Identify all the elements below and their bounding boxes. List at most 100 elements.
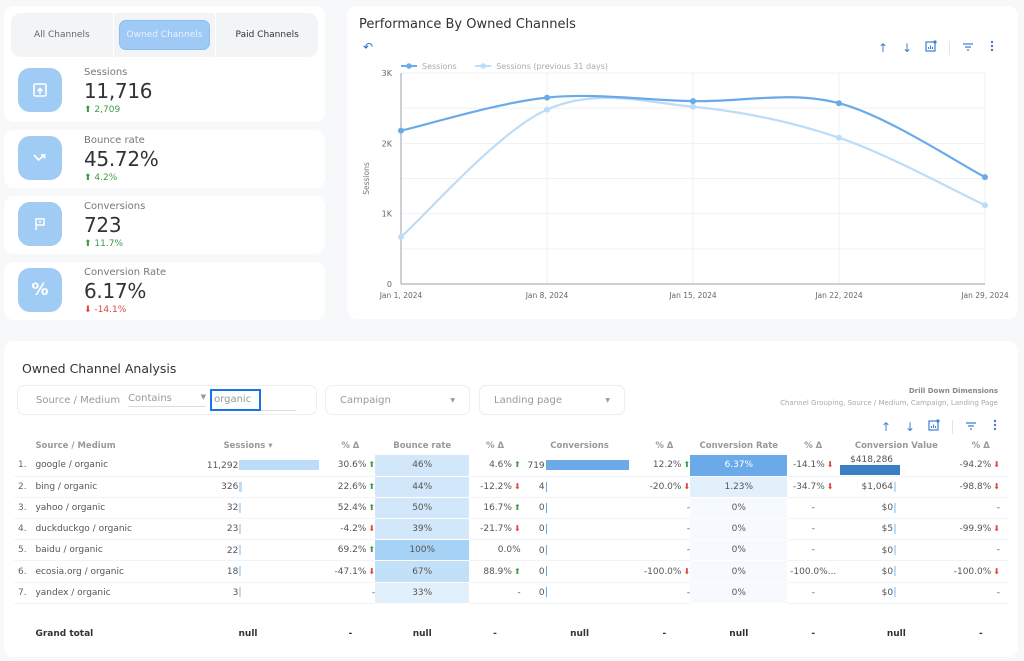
chart-settings-icon[interactable]: [925, 40, 937, 55]
tab-owned-channels[interactable]: Owned Channels: [114, 13, 217, 57]
conversion-rate-cell: 0%: [690, 518, 788, 541]
delta-value: -47.1%: [334, 566, 367, 577]
conversion-value-bar: [894, 587, 896, 598]
filter-icon[interactable]: [965, 420, 977, 434]
y-axis-label: Sessions: [362, 162, 371, 195]
header-source-medium[interactable]: Source / Medium: [35, 437, 170, 455]
source-medium-cell[interactable]: duckduckgo / organic: [35, 518, 171, 541]
delta-value: -21.7%: [480, 524, 512, 535]
sort-descending-icon[interactable]: ↓: [901, 41, 913, 55]
delta-value: -14.1%: [792, 460, 825, 471]
conversions-cell: 719: [520, 455, 639, 477]
source-medium-cell[interactable]: baidu / organic: [35, 539, 171, 562]
more-options-icon[interactable]: [989, 419, 1001, 434]
arrow-down-icon: ⬇: [826, 460, 834, 470]
x-tick-label: Jan 29, 2024: [960, 291, 1009, 300]
source-medium-cell[interactable]: ecosia.org / organic: [35, 560, 171, 583]
table-header-row: Source / Medium Sessions ▾ % Δ Bounce ra…: [14, 437, 1008, 455]
sessions-delta-cell: -: [325, 582, 376, 604]
tab-all-channels[interactable]: All Channels: [11, 13, 114, 57]
tab-paid-channels[interactable]: Paid Channels: [216, 13, 318, 57]
conversions-value: 719: [527, 460, 545, 471]
arrow-down-icon: ⬇: [993, 460, 1000, 470]
sessions-delta-cell: 69.2% ⬆: [325, 539, 376, 562]
conversions-delta-cell: -: [638, 539, 691, 562]
sessions-bar: [239, 545, 241, 556]
conversion-value: $1,064: [861, 482, 894, 493]
delta-value: 16.7%: [483, 502, 512, 513]
conversion-value: $0: [881, 503, 894, 514]
bounce-rate-cell: 46%: [375, 455, 470, 477]
value-delta-cell: -: [953, 539, 1008, 562]
total-rate-delta: -: [811, 629, 816, 640]
sessions-bar: [239, 566, 241, 577]
header-bounce-delta[interactable]: % Δ: [469, 437, 520, 455]
conversions-cell: 0: [520, 497, 639, 520]
row-index: 2.: [14, 476, 36, 498]
header-conversions[interactable]: Conversions: [521, 437, 639, 455]
value-delta-cell: -99.9% ⬇: [953, 518, 1008, 541]
header-sessions-delta[interactable]: % Δ: [326, 437, 375, 455]
delta-value: 12.2%: [652, 460, 682, 471]
campaign-dropdown[interactable]: Campaign ▼: [325, 385, 470, 415]
header-sessions[interactable]: Sessions ▾: [170, 437, 325, 455]
header-conversion-value[interactable]: Conversion Value: [839, 437, 954, 455]
legend-swatch-point: [406, 63, 412, 69]
bounce-delta-cell: 4.6% ⬆: [469, 455, 521, 477]
source-medium-cell[interactable]: bing / organic: [35, 476, 171, 498]
conversion-value-cell: $0: [839, 560, 954, 583]
sessions-cell: 11,292: [170, 455, 326, 477]
operator-select[interactable]: Contains ▼: [128, 393, 207, 407]
source-medium-cell[interactable]: google / organic: [35, 455, 171, 477]
filter-icon[interactable]: [962, 41, 974, 55]
header-conversion-rate[interactable]: Conversion Rate: [690, 437, 787, 455]
arrow-up-icon: ⬆: [368, 545, 376, 555]
table-row[interactable]: 3. yahoo / organic 32 52.4% ⬆ 50% 16.7% ⬆ 0-0% - $…: [14, 497, 1008, 520]
delta-value: -100.0%: [643, 566, 682, 577]
conversion-value-bar: [894, 523, 896, 534]
row-index: 6.: [14, 560, 36, 583]
table-row[interactable]: 1. google / organic 11,292 30.6% ⬆ 46% 4.6% ⬆ 71…: [14, 455, 1008, 477]
filter-value[interactable]: organic: [210, 389, 262, 411]
filter-value-input[interactable]: organic: [210, 389, 297, 411]
header-value-delta[interactable]: % Δ: [954, 437, 1008, 455]
table-row[interactable]: 4. duckduckgo / organic 23 -4.2% ⬇ 39% -21.7% ⬇…: [14, 518, 1008, 541]
table-row[interactable]: 5. baidu / organic 22 69.2% ⬆ 100% 0.0% 0-0% - $0…: [14, 539, 1008, 562]
rate-delta-cell: -100.0%...: [787, 560, 840, 583]
table-row[interactable]: 7. yandex / organic 3-33% -0-0% - $0-: [14, 582, 1008, 604]
row-index: 1.: [14, 455, 36, 477]
kpi-value: 11,716: [84, 79, 153, 103]
chart-settings-icon[interactable]: [928, 419, 940, 434]
bounce-rate-cell: 100%: [375, 539, 470, 562]
value-delta-cell: -98.8% ⬇: [953, 476, 1008, 498]
table-row[interactable]: 2. bing / organic 326 22.6% ⬆ 44% -12.2% ⬇ 4 -20.…: [14, 476, 1008, 498]
table-row[interactable]: 6. ecosia.org / organic 18 -47.1% ⬇ 67% 88.9% ⬆…: [14, 560, 1008, 583]
owned-channel-analysis-card: Owned Channel Analysis Source / Medium C…: [4, 341, 1018, 657]
header-rate-delta[interactable]: % Δ: [787, 437, 839, 455]
header-bounce-rate[interactable]: Bounce rate: [375, 437, 469, 455]
undo-icon[interactable]: ↶: [363, 40, 373, 54]
source-medium-cell[interactable]: yandex / organic: [35, 582, 171, 604]
header-conversions-delta[interactable]: % Δ: [639, 437, 691, 455]
rate-delta-cell: -: [787, 539, 840, 562]
operator-value: Contains: [128, 393, 172, 404]
conversions-bar: [545, 460, 629, 471]
sort-descending-icon[interactable]: ↓: [904, 420, 916, 434]
more-options-icon[interactable]: [986, 40, 998, 55]
conversions-cell: 0: [520, 560, 639, 583]
sessions-point: [398, 127, 404, 134]
landing-page-dropdown[interactable]: Landing page ▼: [479, 385, 625, 415]
landing-page-placeholder: Landing page: [494, 394, 563, 406]
arrow-down-icon: ⬇: [683, 481, 691, 491]
source-medium-cell[interactable]: yahoo / organic: [35, 497, 171, 520]
sort-ascending-icon[interactable]: ↑: [877, 41, 889, 55]
conversion-value-cell: $418,286: [839, 455, 954, 477]
y-tick-label: 0: [387, 280, 392, 289]
line-chart: 0 1K 2K 3K Jan 1, 2024 Jan 8, 2024 Jan 15, 202…: [362, 62, 1009, 300]
sessions-cell: 32: [170, 497, 326, 520]
sessions-cell: 23: [170, 518, 326, 541]
sessions-delta-cell: -4.2% ⬇: [325, 518, 376, 541]
sort-ascending-icon[interactable]: ↑: [880, 420, 892, 434]
legend-label: Sessions (previous 31 days): [496, 62, 608, 71]
filter-dimension-label: Source / Medium: [36, 394, 121, 406]
